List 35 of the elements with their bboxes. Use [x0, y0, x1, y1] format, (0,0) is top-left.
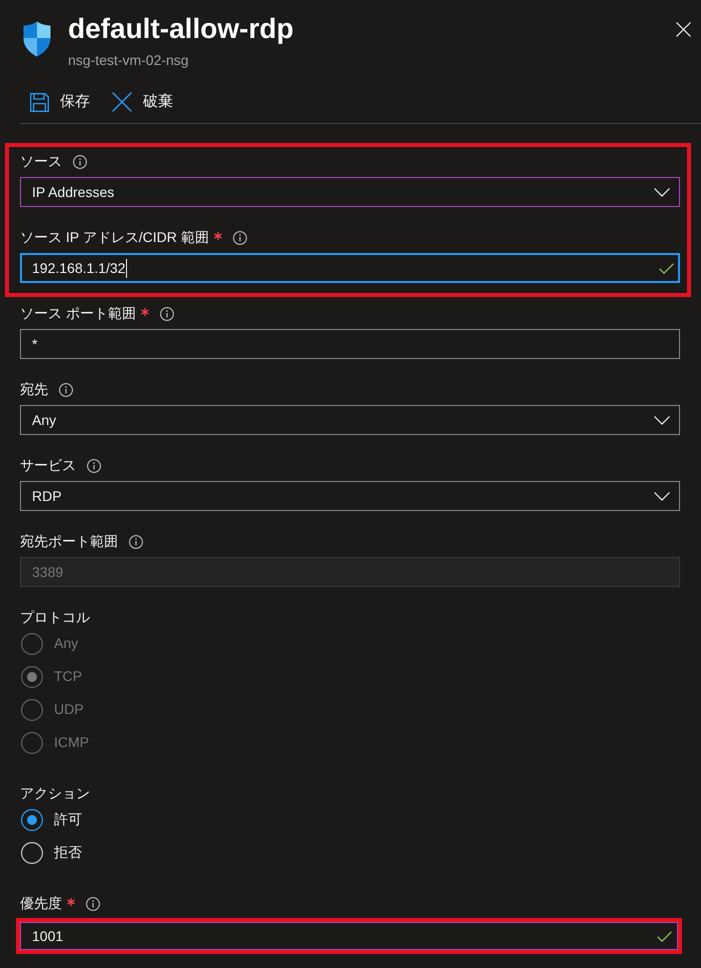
field-label: ソース: [20, 152, 62, 171]
info-icon[interactable]: [73, 154, 87, 168]
field-label: サービス: [20, 456, 76, 475]
save-button[interactable]: 保存: [30, 90, 90, 114]
dropdown[interactable]: Any: [20, 405, 680, 435]
info-icon[interactable]: [59, 382, 73, 396]
info-icon[interactable]: [160, 306, 174, 320]
chevron-down-icon: [654, 416, 670, 424]
info-icon[interactable]: [86, 896, 100, 910]
info-icon[interactable]: [87, 458, 101, 472]
field-label: 宛先: [20, 380, 48, 399]
field-label: プロトコル: [20, 608, 90, 627]
info-icon[interactable]: [232, 230, 247, 244]
panel-subtitle: nsg-test-vm-02-nsg: [68, 51, 190, 69]
text-field[interactable]: *: [20, 329, 680, 359]
field-label: 宛先ポート範囲: [20, 532, 118, 551]
field-label: ソース ポート範囲: [20, 304, 136, 323]
field-label: アクション: [20, 784, 90, 803]
close-button[interactable]: [676, 22, 691, 37]
dropdown[interactable]: RDP: [20, 481, 680, 511]
chevron-down-icon: [654, 492, 670, 500]
close-icon: [676, 22, 691, 37]
save-icon: [30, 92, 49, 112]
dropdown[interactable]: IP Addresses: [20, 177, 680, 207]
chevron-down-icon: [654, 188, 670, 196]
text-field[interactable]: 192.168.1.1/32: [20, 253, 680, 283]
field-label: 優先度: [20, 894, 62, 913]
discard-icon: [112, 92, 132, 112]
text-cursor-icon: [126, 258, 128, 278]
text-field[interactable]: 1001: [20, 922, 678, 950]
radio-option[interactable]: 拒否: [21, 836, 82, 869]
field-label: ソース IP アドレス/CIDR 範囲: [20, 228, 209, 247]
panel-title: default-allow-rdp: [68, 12, 294, 46]
discard-button[interactable]: 破棄: [112, 90, 173, 114]
radio-option[interactable]: 許可: [21, 803, 82, 836]
